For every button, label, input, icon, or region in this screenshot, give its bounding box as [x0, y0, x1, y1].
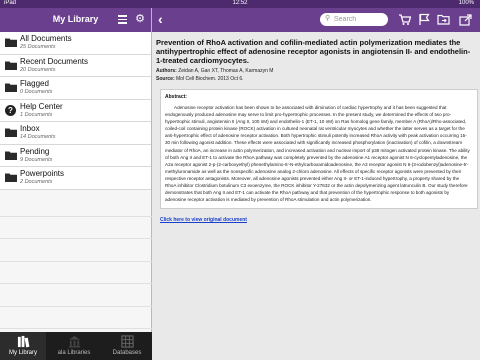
gear-icon[interactable]: ⚙ — [135, 13, 145, 25]
authors-label: Authors: — [156, 68, 177, 74]
authors-value: Zeidan A, Gan XT, Thomas A, Karmazyn M — [178, 68, 274, 74]
tab-databases[interactable]: Databases — [102, 332, 152, 360]
building-icon — [68, 335, 80, 348]
folder-count: 20 Documents — [20, 66, 56, 73]
folder-item-inbox[interactable]: Inbox 14 Documents — [0, 122, 151, 145]
share-icon[interactable] — [459, 13, 472, 26]
folder-name: Powerpoints — [20, 169, 65, 178]
article-title: Prevention of RhoA activation and cofili… — [156, 38, 471, 65]
folder-item-powerpoints[interactable]: Powerpoints 2 Documents — [0, 167, 151, 190]
empty-rows — [0, 194, 152, 329]
search-box[interactable]: ⚲ — [320, 13, 388, 26]
library-sidebar: My Library ⚙ All Documents 25 Documents … — [0, 8, 152, 360]
folder-name: Help Center — [20, 101, 63, 111]
tab-my-library[interactable]: My Library — [0, 332, 46, 360]
folder-icon — [5, 150, 17, 160]
folder-icon — [5, 37, 17, 47]
folder-count: 0 Documents — [20, 89, 53, 95]
tab-label: Databases — [112, 350, 142, 356]
folder-item-help-center[interactable]: ? Help Center 1 Documents — [0, 99, 151, 122]
abstract-label: Abstract: — [165, 94, 187, 100]
folder-icon — [5, 82, 17, 92]
search-input[interactable] — [334, 14, 384, 25]
status-bar: iPad 12:52 100% — [0, 0, 480, 8]
document-toolbar: ‹ ⚲ — [152, 8, 480, 32]
tab-bar: My Library ala Libraries Databases — [0, 332, 152, 360]
list-icon[interactable] — [118, 15, 127, 24]
tab-label: My Library — [8, 350, 37, 356]
folder-name: Recent Documents — [20, 56, 89, 66]
source-value: Mol Cell Biochem. 2013 Oct 6. — [176, 76, 244, 82]
database-icon — [120, 335, 134, 348]
folder-name: Pending — [20, 146, 50, 156]
folder-count: 25 Documents — [20, 44, 56, 50]
cart-icon[interactable] — [398, 13, 411, 26]
library-icon — [17, 335, 29, 348]
document-panel: ‹ ⚲ Prevention of RhoA activation and co… — [152, 8, 480, 360]
folder-item-recent-documents[interactable]: Recent Documents 20 Documents — [0, 54, 151, 77]
sidebar-header: My Library ⚙ — [0, 8, 151, 32]
folder-count: 1 Documents — [20, 111, 53, 118]
folder-item-pending[interactable]: Pending 9 Documents — [0, 144, 151, 167]
folder-icon — [5, 60, 17, 70]
battery-level: 100% — [458, 0, 474, 6]
tab-label: ala Libraries — [57, 350, 91, 356]
search-icon: ⚲ — [325, 15, 331, 22]
folder-name: All Documents — [20, 34, 72, 43]
help-icon: ? — [5, 104, 17, 116]
folder-icon — [5, 127, 17, 137]
folder-count: 2 Documents — [20, 179, 53, 185]
back-icon[interactable]: ‹ — [158, 12, 163, 26]
abstract-box: Abstract: Adenosine receptor activation … — [160, 89, 478, 210]
abstract-text: Adenosine receptor activation has been s… — [165, 105, 470, 203]
flag-icon[interactable] — [418, 13, 431, 26]
sidebar-title: My Library — [52, 14, 99, 24]
document-view: Prevention of RhoA activation and cofili… — [152, 32, 480, 223]
status-time: 12:52 — [232, 0, 248, 6]
article-authors: Authors: Zeidan A, Gan XT, Thomas A, Kar… — [156, 68, 472, 74]
source-label: Source: — [156, 76, 175, 82]
folder-item-all-documents[interactable]: All Documents 25 Documents — [0, 32, 151, 55]
folder-item-flagged[interactable]: Flagged 0 Documents — [0, 77, 151, 100]
folder-count: 9 Documents — [20, 156, 53, 163]
folder-icon — [5, 172, 17, 182]
article-source: Source: Mol Cell Biochem. 2013 Oct 6. — [156, 76, 472, 82]
folder-name: Inbox — [20, 124, 40, 133]
folder-list: All Documents 25 Documents Recent Docume… — [0, 32, 151, 190]
folder-name: Flagged — [20, 79, 49, 88]
folder-move-icon[interactable] — [437, 13, 450, 26]
view-original-link[interactable]: Click here to view original document — [160, 217, 472, 223]
folder-count: 14 Documents — [20, 134, 56, 140]
tab-ala-libraries[interactable]: ala Libraries — [48, 332, 100, 360]
